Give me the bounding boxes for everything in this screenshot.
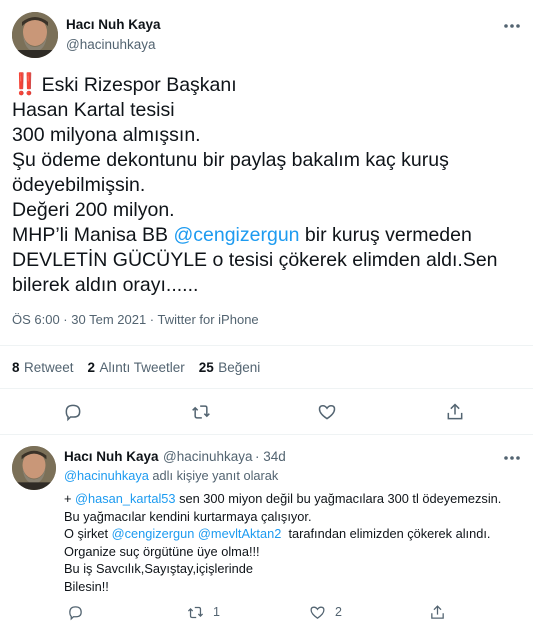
mention-link[interactable]: @mevltAktan2 <box>198 526 281 541</box>
retweet-icon <box>192 405 210 419</box>
tweet-timestamp[interactable]: ÖS 6:00 · 30 Tem 2021 · Twitter for iPho… <box>12 312 259 327</box>
retweet-stat[interactable]: 8 Retweet <box>12 359 74 377</box>
author-avatar[interactable] <box>12 12 58 58</box>
reply-reply-button[interactable] <box>64 601 86 623</box>
retweet-button[interactable] <box>188 400 214 424</box>
tweet-stats: 8 Retweet 2 Alıntı Tweetler 25 Beğeni <box>12 359 260 377</box>
divider <box>0 434 533 435</box>
reply-retweet-count: 1 <box>213 605 220 619</box>
mention-link[interactable]: @hasan_kartal53 <box>75 491 176 506</box>
reply-time[interactable]: · 34d <box>255 449 286 464</box>
like-stat[interactable]: 25 Beğeni <box>199 359 261 377</box>
retweet-count: 8 <box>12 360 20 375</box>
quote-stat[interactable]: 2 Alıntı Tweetler <box>88 359 185 377</box>
quote-label: Alıntı Tweetler <box>99 360 185 375</box>
reply-retweet-button[interactable] <box>184 601 206 623</box>
divider <box>0 388 533 389</box>
tweet-line-text: Eski Rizespor Başkanı <box>41 74 237 96</box>
reply-icon <box>65 404 81 422</box>
reply-icon <box>68 605 82 620</box>
heart-icon <box>318 404 336 420</box>
author-name[interactable]: Hacı Nuh Kaya <box>66 17 161 32</box>
reply-line: Bu yağmacılar kendini kurtarmaya çalışıy… <box>64 508 312 524</box>
reply-line-text: sen 300 miyon değil bu yağmacılara 300 t… <box>175 491 502 506</box>
tweet-line: DEVLETİN GÜCÜYLE o tesisi çökerek elimde… <box>12 249 498 271</box>
tweet-line: 300 milyona almışsın. <box>12 124 201 146</box>
reply-line: + @hasan_kartal53 sen 300 miyon değil bu… <box>64 490 529 508</box>
mention-link[interactable]: @cengizergun <box>173 224 299 246</box>
tweet-line: Şu ödeme dekontunu bir paylaş bakalım ka… <box>12 149 449 171</box>
author-handle[interactable]: @hacinuhkaya <box>66 37 156 52</box>
replying-to-suffix: adlı kişiye yanıt olarak <box>148 468 279 483</box>
retweet-label: Retweet <box>23 360 74 375</box>
like-count: 25 <box>198 360 214 375</box>
divider <box>0 345 533 346</box>
reply-button[interactable] <box>60 400 86 424</box>
reply-more-horizontal-icon[interactable] <box>503 452 521 462</box>
reply-line-text: + <box>64 491 76 506</box>
tweet-line-text: MHP’li Manisa BB <box>12 224 174 246</box>
reply-header: Hacı Nuh Kaya @hacinuhkaya · 34d <box>64 448 286 466</box>
reply-author-name[interactable]: Hacı Nuh Kaya <box>64 449 159 464</box>
like-label: Beğeni <box>218 360 261 375</box>
tweet-line-text: bir kuruş vermeden <box>299 224 472 246</box>
quote-count: 2 <box>87 360 96 375</box>
tweet-line: ödeyebilmişsin. <box>12 174 146 196</box>
share-button[interactable] <box>442 400 468 424</box>
tweet-line: MHP’li Manisa BB @cengizergun bir kuruş … <box>12 223 527 248</box>
share-icon <box>447 403 463 420</box>
tweet-line: Hasan Kartal tesisi <box>12 99 175 121</box>
reply-line-text: O şirket <box>64 526 112 541</box>
share-icon <box>430 604 444 619</box>
double-exclamation-emoji: ‼️ <box>12 73 38 96</box>
tweet-line: bilerek aldın orayı...... <box>12 274 199 296</box>
reply-like-count: 2 <box>335 605 342 619</box>
reply-author-avatar[interactable] <box>12 446 56 490</box>
like-button[interactable] <box>314 400 340 424</box>
retweet-icon <box>187 606 203 618</box>
reply-share-button[interactable] <box>426 601 448 623</box>
tweet-text: ‼️ Eski Rizespor Başkanı Hasan Kartal te… <box>12 72 527 298</box>
mention-link[interactable]: @cengizergun <box>112 526 195 541</box>
reply-text: + @hasan_kartal53 sen 300 miyon değil bu… <box>64 490 529 595</box>
reply-line: Bilesin!! <box>64 578 109 594</box>
reply-line: Organize suç örgütüne üye olma!!! <box>64 543 260 559</box>
reply-like-button[interactable] <box>306 601 328 623</box>
reply-line-text: tarafından elimizden çökerek alındı. <box>281 526 491 541</box>
reply-line: Bu iş Savcılık,Sayıştay,içişlerinde <box>64 561 253 576</box>
reply-line: O şirket @cengizergun @mevltAktan2 taraf… <box>64 525 529 543</box>
more-horizontal-icon[interactable] <box>503 20 521 30</box>
replying-to-mention[interactable]: @hacinuhkaya <box>64 468 149 483</box>
tweet-line: ‼️ Eski Rizespor Başkanı <box>12 72 527 98</box>
tweet-line: Değeri 200 milyon. <box>12 199 175 221</box>
heart-icon <box>309 606 325 619</box>
replying-to: @hacinuhkaya adlı kişiye yanıt olarak <box>64 467 278 485</box>
reply-author-handle[interactable]: @hacinuhkaya <box>163 449 253 464</box>
